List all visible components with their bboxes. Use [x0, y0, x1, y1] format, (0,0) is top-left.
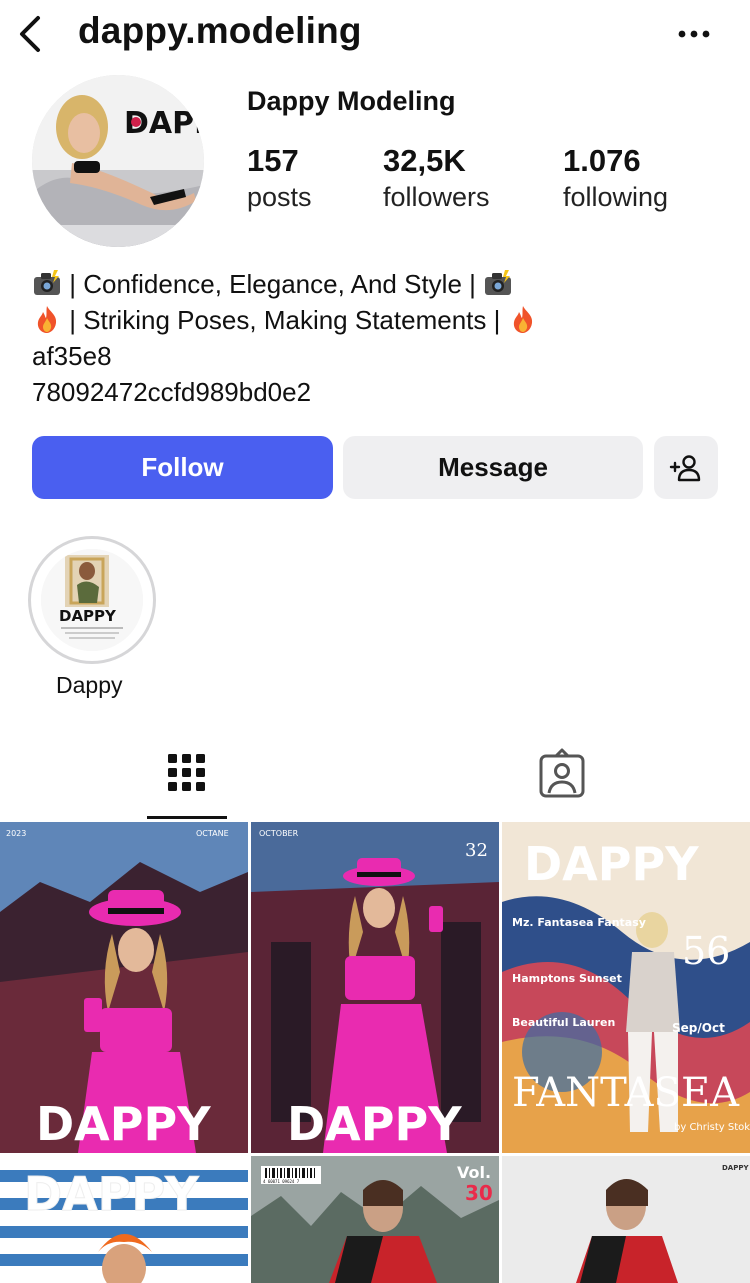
svg-text:Sep/Oct: Sep/Oct: [672, 1021, 725, 1035]
svg-text:DAPPY: DAPPY: [287, 1097, 462, 1151]
svg-text:56: 56: [682, 929, 730, 973]
avatar[interactable]: DAPI: [32, 75, 204, 247]
svg-text:30: 30: [465, 1181, 493, 1205]
svg-text:OCTOBER: OCTOBER: [259, 829, 299, 838]
svg-text:Vol.: Vol.: [457, 1163, 491, 1182]
fire-icon: [37, 306, 57, 333]
display-name: Dappy Modeling: [247, 86, 456, 116]
camera-flash-icon: [485, 270, 512, 295]
profile-tabs: [0, 740, 750, 820]
follow-button[interactable]: Follow: [32, 436, 333, 499]
posts-label: posts: [247, 182, 312, 212]
post-thumbnail[interactable]: DAPPY: [502, 1156, 750, 1283]
svg-text:by Christy Stokes: by Christy Stokes: [674, 1122, 750, 1133]
tagged-icon: [539, 748, 585, 798]
svg-text:DAPPY: DAPPY: [24, 1167, 199, 1221]
tab-grid[interactable]: [147, 740, 227, 818]
followers-label: followers: [383, 182, 490, 212]
top-bar: dappy.modeling: [0, 0, 750, 70]
highlight-label: Dappy: [56, 672, 123, 698]
grid-icon: [168, 754, 205, 791]
svg-text:DAPPY: DAPPY: [59, 607, 117, 625]
story-highlight[interactable]: DAPPY: [28, 536, 156, 664]
svg-text:DAPPY: DAPPY: [722, 1164, 749, 1172]
page-title: dappy.modeling: [78, 10, 362, 51]
followers-stat[interactable]: 32,5K followers: [383, 143, 490, 215]
post-thumbnail[interactable]: DAPPY: [0, 1156, 248, 1283]
bio-line-3: af35e8: [32, 341, 112, 371]
svg-text:2023: 2023: [6, 829, 26, 838]
fire-icon: [513, 306, 532, 333]
following-label: following: [563, 182, 669, 212]
post-thumbnail[interactable]: OCTOBER 32 DAPPY: [251, 822, 499, 1153]
svg-text:Mz. Fantasea Fantasy: Mz. Fantasea Fantasy: [512, 916, 646, 929]
tab-tagged[interactable]: [522, 740, 602, 818]
posts-stat[interactable]: 157 posts: [247, 143, 312, 215]
bio: | Confidence, Elegance, And Style | | St…: [32, 266, 732, 410]
svg-text:4 60071 09624 7: 4 60071 09624 7: [263, 1179, 300, 1184]
bio-line-1: | Confidence, Elegance, And Style |: [32, 266, 732, 302]
svg-text:32: 32: [465, 840, 488, 861]
camera-flash-icon: [34, 270, 60, 295]
add-user-icon: [669, 454, 701, 481]
following-count: 1.076: [563, 143, 641, 178]
followers-count: 32,5K: [383, 143, 466, 178]
svg-text:FANTASEA: FANTASEA: [512, 1070, 740, 1116]
post-thumbnail[interactable]: 2023 OCTANE DAPPY: [0, 822, 248, 1153]
bio-line-2: | Striking Poses, Making Statements |: [32, 302, 732, 338]
posts-grid: 2023 OCTANE DAPPY OCTOBER 32 DAPPY DAPPY…: [0, 822, 750, 1283]
svg-text:OCTANE: OCTANE: [196, 829, 229, 838]
bio-line-4: 78092472ccfd989bd0e2: [32, 377, 312, 407]
posts-count: 157: [247, 143, 299, 178]
highlight-cover: DAPPY: [41, 549, 143, 651]
message-button[interactable]: Message: [343, 436, 643, 499]
post-thumbnail[interactable]: DAPPY 56 Mz. Fantasea Fantasy Hamptons S…: [502, 822, 750, 1153]
svg-text:Beautiful Lauren: Beautiful Lauren: [512, 1016, 615, 1029]
more-horizontal-icon[interactable]: [672, 16, 716, 52]
svg-text:Hamptons Sunset: Hamptons Sunset: [512, 972, 622, 985]
add-user-button[interactable]: [654, 436, 718, 499]
chevron-left-icon[interactable]: [14, 12, 50, 56]
active-tab-indicator: [147, 816, 227, 819]
svg-text:DAPPY: DAPPY: [36, 1097, 211, 1151]
following-stat[interactable]: 1.076 following: [563, 143, 668, 215]
svg-text:DAPPY: DAPPY: [524, 837, 699, 891]
post-thumbnail[interactable]: 4 60071 09624 7 Vol. 30: [251, 1156, 499, 1283]
